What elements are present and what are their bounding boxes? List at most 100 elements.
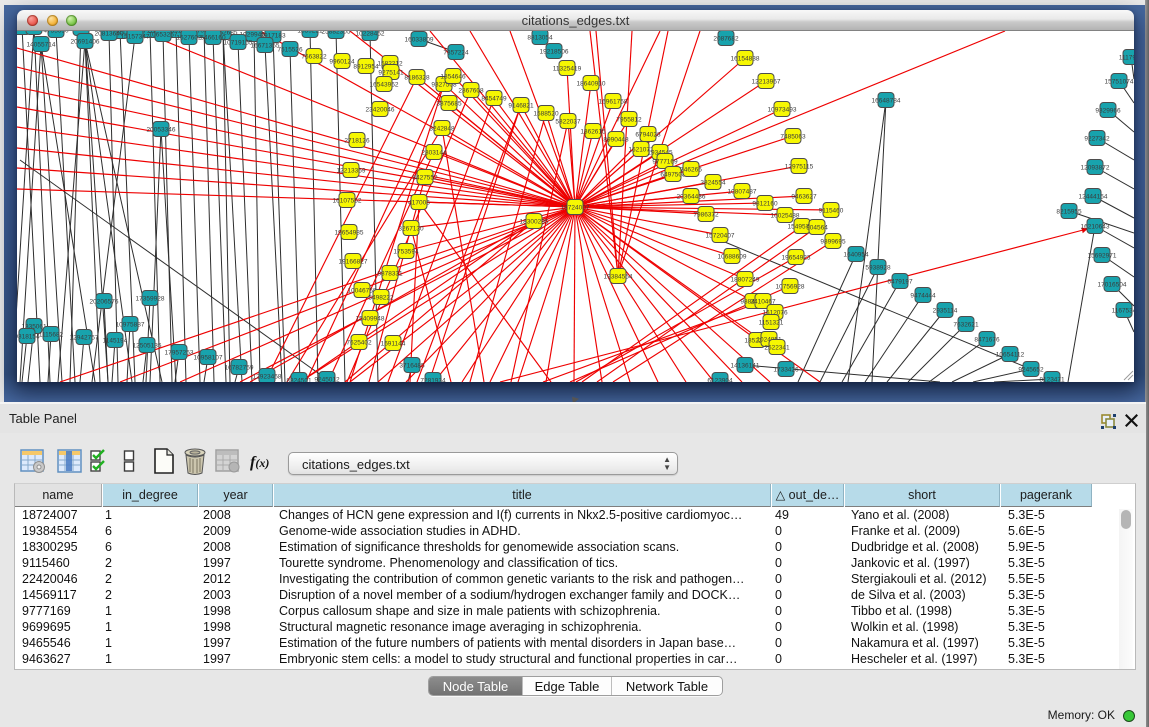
svg-text:17957253: 17957253 — [165, 350, 194, 357]
svg-text:19654985: 19654985 — [335, 230, 364, 237]
svg-text:10719155: 10719155 — [224, 40, 253, 47]
svg-text:6479197: 6479197 — [887, 279, 913, 286]
svg-text:12505135: 12505135 — [133, 343, 162, 350]
svg-text:16671355: 16671355 — [251, 43, 280, 50]
svg-text:1145194: 1145194 — [103, 338, 128, 345]
svg-text:20364436: 20364436 — [677, 194, 706, 201]
svg-text:9275141: 9275141 — [378, 70, 404, 77]
svg-text:17016504: 17016504 — [1098, 282, 1127, 289]
svg-text:6466160: 6466160 — [200, 35, 226, 42]
svg-text:19218506: 19218506 — [540, 49, 569, 56]
svg-text:15720407: 15720407 — [706, 233, 735, 240]
svg-text:7986372: 7986372 — [693, 212, 719, 219]
svg-text:10653267: 10653267 — [149, 32, 178, 39]
svg-text:2087682: 2087682 — [713, 36, 739, 43]
svg-text:1362615: 1362615 — [580, 129, 606, 136]
svg-text:15692971: 15692971 — [1088, 253, 1117, 260]
svg-text:2367608: 2367608 — [458, 88, 484, 95]
svg-text:1527602: 1527602 — [176, 35, 202, 42]
svg-text:6123904: 6123904 — [707, 378, 733, 383]
svg-text:16543962: 16543962 — [370, 82, 399, 89]
svg-text:20691406: 20691406 — [71, 39, 100, 46]
svg-text:8186328: 8186328 — [404, 75, 430, 82]
svg-text:9329966: 9329966 — [1095, 108, 1121, 115]
svg-text:3242848: 3242848 — [429, 126, 455, 133]
svg-text:18807249: 18807249 — [731, 277, 760, 284]
svg-text:8878331: 8878331 — [377, 271, 403, 278]
svg-text:1753594: 1753594 — [393, 249, 419, 256]
svg-text:12213967: 12213967 — [752, 79, 781, 86]
svg-text:2522341: 2522341 — [764, 345, 790, 352]
svg-text:7955812: 7955812 — [616, 117, 642, 124]
svg-text:904564: 904564 — [806, 225, 828, 232]
svg-text:10975887: 10975887 — [116, 322, 145, 329]
svg-text:9227342: 9227342 — [1084, 136, 1110, 143]
svg-text:16033809: 16033809 — [405, 37, 434, 44]
svg-text:11325419: 11325419 — [553, 66, 582, 73]
svg-text:7281934: 7281934 — [420, 378, 446, 383]
svg-text:16961758: 16961758 — [599, 99, 628, 106]
svg-text:9245652: 9245652 — [1018, 367, 1044, 374]
svg-text:20053346: 20053346 — [147, 127, 176, 134]
svg-text:8489709: 8489709 — [68, 31, 94, 33]
svg-text:8990448: 8990448 — [603, 137, 629, 144]
svg-text:8215955: 8215955 — [1056, 209, 1082, 216]
svg-text:1167534: 1167534 — [1112, 308, 1134, 315]
svg-text:5822037: 5822037 — [555, 119, 581, 126]
svg-text:12923468: 12923468 — [253, 374, 282, 381]
svg-text:7485063: 7485063 — [780, 134, 806, 141]
svg-text:10958107: 10958107 — [194, 355, 223, 362]
svg-text:19654923: 19654923 — [782, 255, 811, 262]
svg-text:12093872: 12093872 — [1081, 165, 1110, 172]
svg-text:16648784: 16648784 — [872, 98, 901, 105]
svg-text:20813640: 20813640 — [95, 31, 124, 38]
svg-text:9777169: 9777169 — [652, 159, 678, 166]
svg-text:3267130: 3267130 — [398, 226, 424, 233]
svg-text:16782759: 16782759 — [225, 365, 254, 372]
svg-text:3875685: 3875685 — [436, 101, 462, 108]
svg-text:10807487: 10807487 — [728, 189, 757, 196]
svg-text:12213369: 12213369 — [337, 168, 366, 175]
svg-text:2935114: 2935114 — [933, 308, 958, 315]
svg-text:23420046: 23420046 — [366, 107, 395, 114]
svg-text:8454749: 8454749 — [481, 96, 507, 103]
svg-text:3824554: 3824554 — [700, 180, 726, 187]
svg-text:1733426: 1733426 — [773, 367, 799, 374]
svg-text:18300295: 18300295 — [520, 219, 549, 226]
svg-text:14136141: 14136141 — [731, 363, 760, 370]
svg-text:17359928: 17359928 — [136, 296, 165, 303]
svg-text:417006: 417006 — [408, 200, 430, 207]
svg-text:10973493: 10973493 — [768, 107, 797, 114]
svg-text:8912954: 8912954 — [353, 64, 379, 71]
svg-text:9899695: 9899695 — [820, 239, 846, 246]
svg-text:14055714: 14055714 — [27, 42, 56, 49]
svg-text:9318154: 9318154 — [17, 334, 40, 341]
svg-text:16210643: 16210643 — [1081, 224, 1110, 231]
svg-text:12975115: 12975115 — [785, 164, 814, 171]
svg-text:9115460: 9115460 — [819, 208, 844, 215]
svg-text:25882305: 25882305 — [322, 31, 351, 36]
svg-text:8813054: 8813054 — [527, 35, 553, 42]
svg-text:1839221: 1839221 — [297, 31, 323, 35]
svg-text:9146821: 9146821 — [508, 103, 534, 110]
svg-text:8324501: 8324501 — [286, 378, 312, 383]
svg-text:18724007: 18724007 — [561, 205, 590, 212]
svg-text:10046758: 10046758 — [348, 288, 377, 295]
svg-text:1691144: 1691144 — [381, 341, 406, 348]
svg-text:7625402: 7625402 — [346, 340, 372, 347]
svg-text:1151321: 1151321 — [759, 320, 784, 327]
svg-text:2718126: 2718126 — [344, 138, 370, 145]
svg-text:4735650: 4735650 — [43, 31, 69, 35]
svg-text:10654112: 10654112 — [996, 352, 1025, 359]
svg-text:16107552: 16107552 — [333, 198, 362, 205]
svg-text:3716485: 3716485 — [399, 363, 425, 370]
svg-text:12942757: 12942757 — [70, 335, 99, 342]
svg-text:12444154: 12444154 — [1079, 194, 1108, 201]
svg-text:2803144: 2803144 — [421, 150, 447, 157]
svg-text:6794028: 6794028 — [635, 132, 661, 139]
svg-text:10228452: 10228452 — [356, 31, 385, 38]
svg-text:1854646: 1854646 — [440, 74, 466, 81]
svg-text:8427552: 8427552 — [412, 175, 438, 182]
svg-text:1115682: 1115682 — [39, 332, 64, 339]
svg-text:9812160: 9812160 — [752, 201, 778, 208]
